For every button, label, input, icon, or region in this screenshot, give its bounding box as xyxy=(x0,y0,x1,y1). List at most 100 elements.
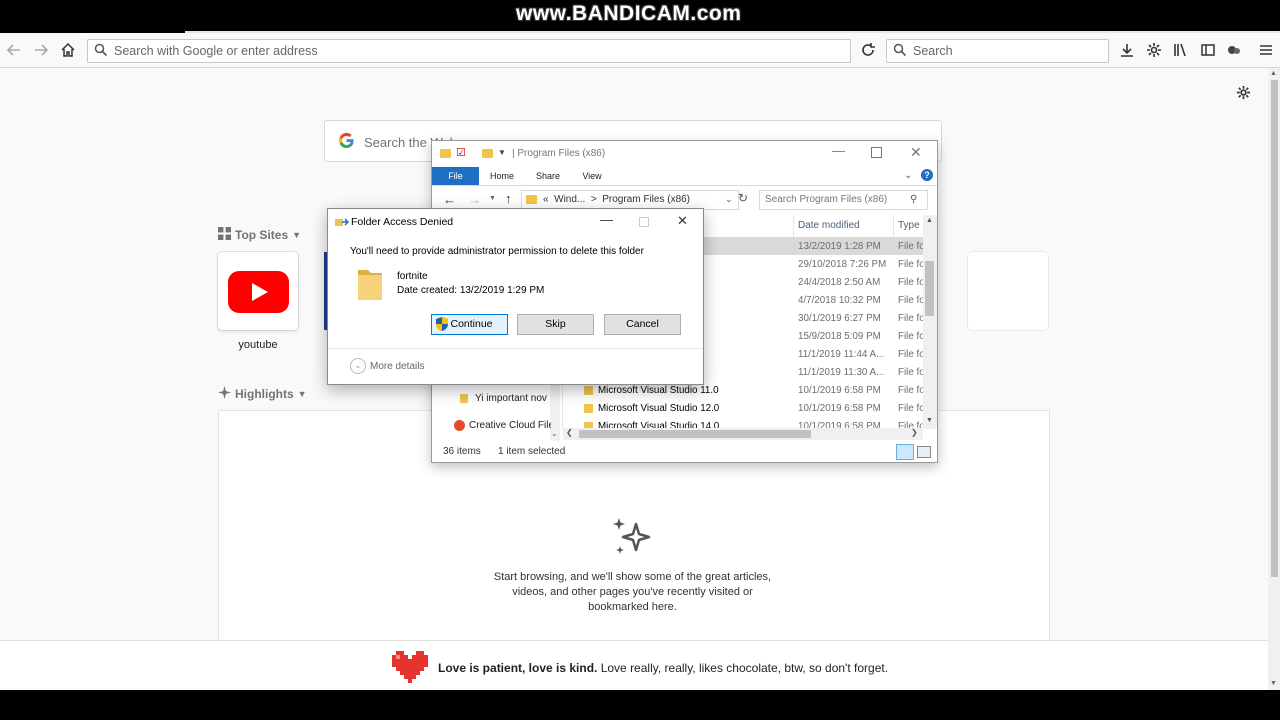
ribbon-tab-share[interactable]: Share xyxy=(528,167,568,185)
chevron-down-icon[interactable]: ⌄ xyxy=(904,170,912,181)
file-type: File fo xyxy=(898,349,925,360)
nav-item[interactable]: Creative Cloud File xyxy=(469,420,551,431)
chevron-down-icon[interactable]: ⌄ xyxy=(350,358,366,374)
file-type: File fo xyxy=(898,331,925,342)
explorer-title: | Program Files (x86) xyxy=(512,148,606,159)
scroll-up-arrow-icon[interactable]: ▲ xyxy=(1270,70,1277,77)
large-icons-view-icon[interactable] xyxy=(917,446,931,458)
dialog-title: Folder Access Denied xyxy=(351,216,454,228)
highlights-heading[interactable]: Highlights ▼ xyxy=(218,386,307,402)
search-bar[interactable]: Search xyxy=(886,39,1109,63)
download-icon[interactable] xyxy=(1117,40,1137,60)
scroll-up-arrow-icon[interactable]: ▲ xyxy=(926,217,933,224)
sidebar-icon[interactable] xyxy=(1198,40,1218,60)
forward-arrow-icon[interactable] xyxy=(31,40,51,60)
scrollbar-thumb[interactable] xyxy=(925,261,934,316)
new-folder-icon[interactable] xyxy=(482,149,493,158)
nav-item[interactable]: Yi important nov xyxy=(475,393,550,404)
close-icon[interactable]: ✕ xyxy=(910,144,922,161)
file-date: 24/4/2018 2:50 AM xyxy=(798,277,881,288)
folder-icon xyxy=(526,195,537,204)
page-scrollbar[interactable]: ▲ ▼ xyxy=(1268,68,1280,690)
up-arrow-icon[interactable]: ↑ xyxy=(505,191,512,206)
minimize-icon[interactable]: — xyxy=(600,212,613,227)
file-date: 11/1/2019 11:44 A... xyxy=(798,349,885,360)
gear-icon[interactable] xyxy=(1236,85,1251,103)
properties-icon[interactable]: ☑ xyxy=(456,146,466,159)
breadcrumb-item[interactable]: Program Files (x86) xyxy=(602,194,690,205)
skip-button[interactable]: Skip xyxy=(517,314,594,335)
file-list-scrollbar[interactable]: ▲ ▼ xyxy=(923,215,937,429)
scroll-left-arrow-icon[interactable]: ❮ xyxy=(566,428,573,437)
column-divider xyxy=(893,215,894,237)
folder-access-denied-dialog[interactable]: Folder Access Denied — ✕ You'll need to … xyxy=(327,208,704,385)
highlights-empty-line: bookmarked here. xyxy=(588,601,677,613)
close-icon[interactable]: ✕ xyxy=(677,213,688,229)
file-list-hscrollbar[interactable]: ❮ ❯ xyxy=(563,428,923,440)
maximize-icon[interactable] xyxy=(871,147,882,158)
details-view-icon[interactable] xyxy=(896,444,914,460)
scroll-right-arrow-icon[interactable]: ❯ xyxy=(911,428,918,437)
address-bar[interactable]: « Wind... > Program Files (x86) ⌄ xyxy=(521,190,739,210)
chevron-down-icon: ▼ xyxy=(292,230,302,240)
scrollbar-thumb[interactable] xyxy=(1271,80,1278,577)
dialog-message: You'll need to provide administrator per… xyxy=(350,246,644,257)
chevron-down-icon[interactable]: ▼ xyxy=(498,148,506,157)
back-arrow-icon[interactable]: ← xyxy=(443,192,456,207)
forward-arrow-icon[interactable]: → xyxy=(468,192,481,207)
top-sites-heading[interactable]: Top Sites ▼ xyxy=(218,227,301,243)
extension-icon[interactable] xyxy=(1224,40,1244,60)
ribbon-tab-view[interactable]: View xyxy=(572,167,612,185)
ribbon-divider xyxy=(432,185,937,186)
folder-date-created: Date created: 13/2/2019 1:29 PM xyxy=(397,285,545,296)
top-site-youtube-label[interactable]: youtube xyxy=(218,339,298,351)
folder-move-icon xyxy=(335,217,350,231)
folder-icon xyxy=(584,386,593,395)
home-icon[interactable] xyxy=(58,40,78,60)
breadcrumb-overflow[interactable]: « xyxy=(543,194,549,205)
help-icon[interactable]: ? xyxy=(921,169,933,181)
status-item-count: 36 items xyxy=(443,446,481,457)
library-icon[interactable] xyxy=(1171,40,1191,60)
maximize-icon xyxy=(639,217,649,227)
breadcrumb[interactable]: « Wind... > Program Files (x86) xyxy=(543,194,690,205)
refresh-icon[interactable]: ↻ xyxy=(738,191,748,205)
top-site-youtube-tile[interactable] xyxy=(218,252,298,330)
explorer-titlebar[interactable]: ☑ ▼ | Program Files (x86) — ✕ xyxy=(432,141,937,167)
url-bar[interactable]: Search with Google or enter address xyxy=(87,39,851,63)
back-arrow-icon[interactable] xyxy=(4,40,24,60)
explorer-title-text: Program Files (x86) xyxy=(517,148,606,159)
file-name: Microsoft Visual Studio 12.0 xyxy=(598,403,720,414)
dialog-divider xyxy=(328,348,703,349)
file-date: 29/10/2018 7:26 PM xyxy=(798,259,887,270)
search-icon xyxy=(94,43,108,60)
ribbon-tab-file[interactable]: File xyxy=(432,167,479,185)
column-date-modified[interactable]: Date modified xyxy=(798,220,860,231)
ribbon-tab-home[interactable]: Home xyxy=(482,167,522,185)
scroll-down-arrow-icon[interactable]: ▼ xyxy=(926,417,933,424)
youtube-logo-icon xyxy=(228,271,289,316)
grid-icon xyxy=(218,227,231,243)
file-type: File fo xyxy=(898,403,925,414)
file-type: File fo xyxy=(898,313,925,324)
gear-icon[interactable] xyxy=(1144,40,1164,60)
cancel-button[interactable]: Cancel xyxy=(604,314,681,335)
search-placeholder: Search xyxy=(913,44,953,58)
breadcrumb-item[interactable]: Wind... xyxy=(554,194,585,205)
search-icon xyxy=(893,43,907,60)
minimize-icon[interactable]: — xyxy=(832,143,845,158)
explorer-search-box[interactable]: Search Program Files (x86) ⚲ xyxy=(759,190,928,210)
reload-icon[interactable] xyxy=(858,40,878,60)
menu-icon[interactable] xyxy=(1256,40,1276,60)
more-details-link[interactable]: More details xyxy=(370,361,424,372)
column-divider xyxy=(793,215,794,237)
scrollbar-thumb[interactable] xyxy=(579,430,811,438)
scroll-down-arrow-icon[interactable]: ▼ xyxy=(1270,680,1277,687)
folder-icon xyxy=(356,266,384,305)
file-date: 15/9/2018 5:09 PM xyxy=(798,331,881,342)
column-type[interactable]: Type xyxy=(898,220,920,231)
chevron-down-icon[interactable]: ▼ xyxy=(489,195,496,202)
chevron-down-icon[interactable]: ⌄ xyxy=(725,194,733,205)
chevron-down-icon[interactable]: ⌄ xyxy=(551,429,558,438)
continue-button[interactable]: Continue xyxy=(431,314,508,335)
